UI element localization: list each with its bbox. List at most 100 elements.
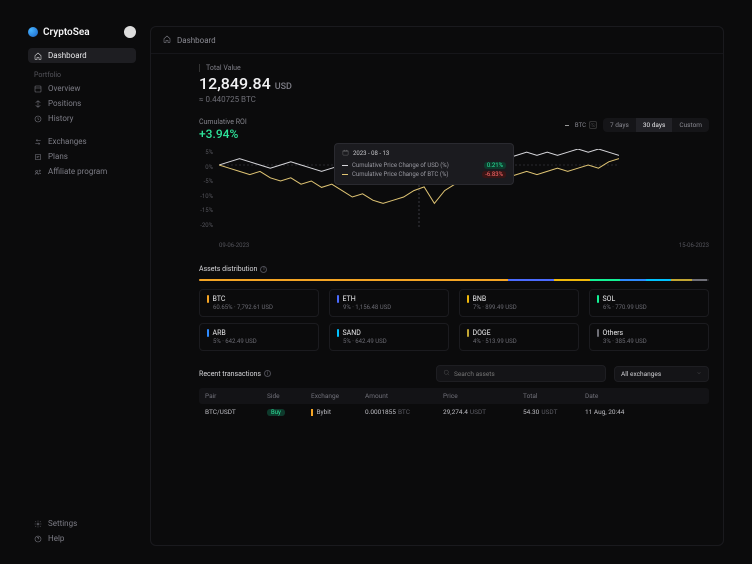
asset-card[interactable]: BNB7% · 899.49 USD xyxy=(459,289,579,317)
home-icon xyxy=(34,52,42,60)
asset-color-icon xyxy=(597,295,599,303)
total-value: Total Value 12,849.84USD ≈ 0.440725 BTC xyxy=(199,64,709,104)
sidebar-item-positions[interactable]: Positions xyxy=(28,96,136,111)
tooltip-date: 2023 - 08 - 13 xyxy=(353,150,389,157)
col-pair: Pair xyxy=(205,392,267,400)
search-input[interactable] xyxy=(454,370,599,378)
asset-card[interactable]: ETH9% · 1,156.48 USD xyxy=(329,289,449,317)
y-tick: -20% xyxy=(195,222,213,229)
sidebar-item-help[interactable]: Help xyxy=(28,531,136,546)
asset-card[interactable]: SAND5% · 642.49 USD xyxy=(329,323,449,351)
sidebar-item-history[interactable]: History xyxy=(28,111,136,126)
asset-stats: 60.65% · 7,792.61 USD xyxy=(213,304,311,311)
info-icon[interactable]: i xyxy=(260,266,267,273)
asset-color-icon xyxy=(207,295,209,303)
brand: CryptoSea xyxy=(28,26,136,38)
price-val: 29,274.4 xyxy=(443,408,468,416)
cell-side: Buy xyxy=(267,408,311,416)
sidebar-item-label: Plans xyxy=(48,152,68,161)
tooltip-value: 0.21% xyxy=(484,162,506,169)
cell-exchange: Bybit xyxy=(311,408,365,416)
sidebar-item-overview[interactable]: Overview xyxy=(28,81,136,96)
total-cur: USDT xyxy=(541,408,557,416)
col-total: Total xyxy=(523,392,585,400)
range-7d[interactable]: 7 days xyxy=(603,118,636,132)
sidebar-item-affiliate[interactable]: Affiliate program xyxy=(28,164,136,179)
roi-chart-panel: Cumulative ROI +3.94% BTC 7 days 30 days… xyxy=(199,118,709,249)
sidebar-item-label: Exchanges xyxy=(48,137,87,146)
overview-icon xyxy=(34,85,42,93)
cell-price: 29,274.4USDT xyxy=(443,408,523,416)
dist-segment xyxy=(590,279,621,281)
table-row[interactable]: BTC/USDT Buy Bybit 0.0001855BTC 29,274.4… xyxy=(199,404,709,420)
main-panel: Dashboard Total Value 12,849.84USD ≈ 0.4… xyxy=(150,26,724,546)
sidebar-item-settings[interactable]: Settings xyxy=(28,516,136,531)
asset-card[interactable]: Others3% · 385.49 USD xyxy=(589,323,709,351)
breadcrumb-title: Dashboard xyxy=(177,36,216,45)
chart-legend-btc: BTC xyxy=(565,121,597,129)
col-price: Price xyxy=(443,392,523,400)
roi-value: +3.94% xyxy=(199,127,247,141)
cell-total: 54.30USDT xyxy=(523,408,585,416)
help-icon xyxy=(34,535,42,543)
sidebar-item-label: Dashboard xyxy=(48,51,87,60)
sidebar-item-label: Help xyxy=(48,534,64,543)
sidebar-item-label: Overview xyxy=(48,84,80,93)
sidebar-item-label: Settings xyxy=(48,519,77,528)
asset-card[interactable]: BTC60.65% · 7,792.61 USD xyxy=(199,289,319,317)
asset-stats: 9% · 1,156.48 USD xyxy=(343,304,441,311)
range-custom[interactable]: Custom xyxy=(672,118,709,132)
asset-symbol: ARB xyxy=(213,329,226,337)
series-swatch-icon xyxy=(342,165,348,166)
transactions-title: Recent transactions i xyxy=(199,370,271,378)
y-tick: 0% xyxy=(195,164,213,171)
exchange-filter-select[interactable]: All exchanges xyxy=(614,366,709,382)
x-tick: 15-06-2023 xyxy=(679,242,709,249)
exchanges-icon xyxy=(34,138,42,146)
asset-card[interactable]: SOL6% · 770.99 USD xyxy=(589,289,709,317)
total-value-currency: USD xyxy=(275,82,292,92)
chart-area[interactable]: 5% 0% -5% -10% -15% -20% 09-06-2023 15-0… xyxy=(199,149,709,249)
sidebar: CryptoSea Dashboard Portfolio Overview P… xyxy=(28,26,136,546)
asset-symbol: SAND xyxy=(343,329,361,337)
distribution-title: Assets distribution i xyxy=(199,265,709,273)
search-input-wrapper[interactable] xyxy=(436,365,606,382)
history-icon xyxy=(34,115,42,123)
sidebar-item-plans[interactable]: Plans xyxy=(28,149,136,164)
col-amount: Amount xyxy=(365,392,443,400)
exchange-name: Bybit xyxy=(317,408,331,416)
asset-symbol: SOL xyxy=(603,295,616,303)
asset-color-icon xyxy=(597,329,599,337)
total-val: 54.30 xyxy=(523,408,539,416)
select-value: All exchanges xyxy=(621,370,661,378)
exchange-color-icon xyxy=(311,409,313,416)
sidebar-item-label: Positions xyxy=(48,99,81,108)
transactions-table: Pair Side Exchange Amount Price Total Da… xyxy=(199,388,709,420)
sidebar-item-dashboard[interactable]: Dashboard xyxy=(28,48,136,63)
legend-label: BTC xyxy=(575,122,586,129)
col-side: Side xyxy=(267,392,311,400)
asset-grid: BTC60.65% · 7,792.61 USD ETH9% · 1,156.48… xyxy=(199,289,709,351)
sidebar-section-portfolio: Portfolio xyxy=(28,63,136,81)
info-icon[interactable]: i xyxy=(264,370,271,377)
total-value-btc: ≈ 0.440725 BTC xyxy=(199,95,709,104)
range-30d[interactable]: 30 days xyxy=(636,118,673,132)
section-title-text: Recent transactions xyxy=(199,370,261,378)
tooltip-value: -6.83% xyxy=(482,171,506,178)
eye-off-icon[interactable] xyxy=(589,121,597,129)
y-tick: -5% xyxy=(195,178,213,185)
brand-logo-icon xyxy=(28,27,38,37)
dist-segment xyxy=(620,279,646,281)
series-swatch-icon xyxy=(342,174,348,175)
sidebar-item-label: Affiliate program xyxy=(48,167,107,176)
y-tick: 5% xyxy=(195,149,213,156)
asset-card[interactable]: DOGE4% · 513.99 USD xyxy=(459,323,579,351)
roi-label: Cumulative ROI xyxy=(199,118,247,126)
section-title-text: Assets distribution xyxy=(199,265,257,273)
sidebar-item-exchanges[interactable]: Exchanges xyxy=(28,134,136,149)
asset-symbol: DOGE xyxy=(473,329,491,337)
total-value-number: 12,849.84 xyxy=(199,74,271,93)
avatar[interactable] xyxy=(124,26,136,38)
asset-card[interactable]: ARB5% · 642.49 USD xyxy=(199,323,319,351)
distribution-bar xyxy=(199,279,709,281)
